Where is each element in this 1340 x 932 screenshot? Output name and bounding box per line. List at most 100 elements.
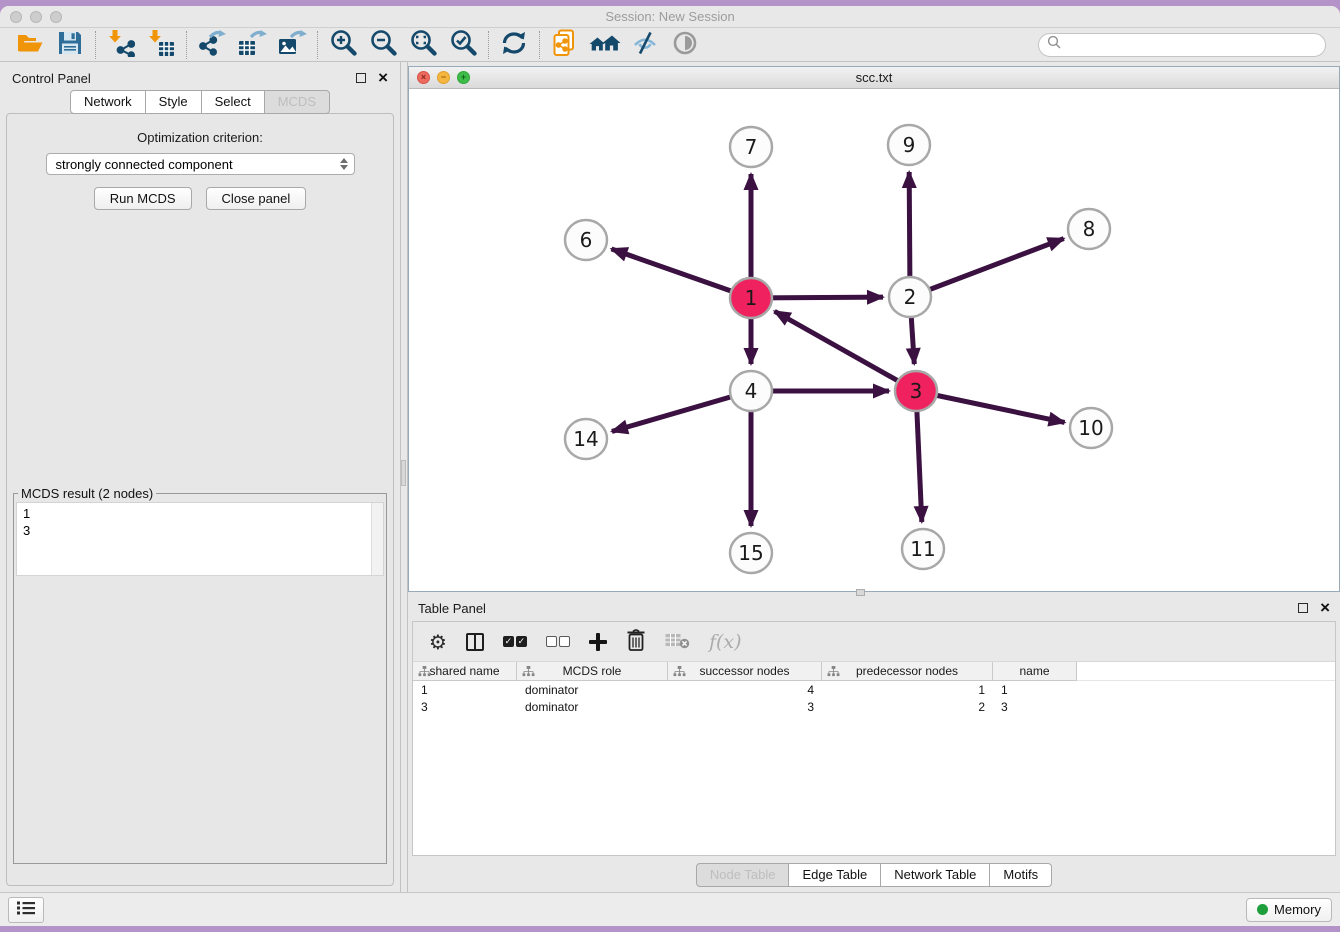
graph-node-label-8: 8: [1083, 217, 1096, 241]
shared-column-icon: [673, 666, 686, 680]
criterion-dropdown[interactable]: strongly connected component: [46, 153, 355, 175]
tab-style[interactable]: Style: [146, 90, 202, 114]
table-cell[interactable]: 3: [413, 698, 517, 715]
table-panel: Table Panel × ⚙ ✓✓: [408, 595, 1340, 892]
run-mcds-button[interactable]: Run MCDS: [94, 187, 192, 210]
network-overview-button[interactable]: [585, 29, 625, 61]
mcds-result-list[interactable]: 1 3: [16, 502, 384, 576]
import-network-button[interactable]: [101, 29, 141, 61]
table-options-button[interactable]: ⚙: [429, 632, 447, 652]
horizontal-splitter[interactable]: [408, 592, 1340, 595]
export-table-button[interactable]: [232, 29, 272, 61]
node-table: shared nameMCDS rolesuccessor nodesprede…: [413, 662, 1335, 855]
column-header-MCDS-role[interactable]: MCDS role: [517, 662, 668, 681]
zoom-in-button[interactable]: [323, 29, 363, 61]
save-session-button[interactable]: [50, 29, 90, 61]
graph-node-label-4: 4: [745, 379, 758, 403]
control-panel-title: Control Panel: [12, 71, 91, 86]
graph-node-label-14: 14: [573, 427, 598, 451]
show-hide-button[interactable]: [665, 29, 705, 61]
import-table-button[interactable]: [141, 29, 181, 61]
add-column-button[interactable]: [589, 633, 607, 651]
fx-icon: f(x): [709, 631, 742, 653]
table-cell[interactable]: 3: [668, 698, 822, 715]
status-bar: Memory: [0, 892, 1340, 926]
mcds-result-group: MCDS result (2 nodes) 1 3: [13, 486, 387, 864]
table-tab-motifs[interactable]: Motifs: [990, 863, 1052, 887]
graph-node-label-9: 9: [903, 133, 916, 157]
tab-network[interactable]: Network: [70, 90, 146, 114]
shared-column-icon: [418, 666, 431, 680]
toolbar-separator: [186, 31, 187, 59]
shared-column-icon: [827, 666, 840, 680]
result-scrollbar[interactable]: [371, 503, 383, 575]
network-window-titlebar[interactable]: × − + scc.txt: [409, 67, 1339, 89]
duplicate-network-button[interactable]: [545, 29, 585, 61]
close-panel-icon[interactable]: ×: [378, 73, 388, 83]
search-field[interactable]: [1038, 33, 1326, 57]
table-tab-network-table[interactable]: Network Table: [881, 863, 990, 887]
column-header-shared-name[interactable]: shared name: [413, 662, 517, 681]
table-cell[interactable]: dominator: [517, 681, 668, 698]
zoom-fit-icon: [408, 28, 438, 61]
apply-layout-button[interactable]: [494, 29, 534, 61]
table-tab-node-table[interactable]: Node Table: [696, 863, 790, 887]
column-header-filler: [1077, 662, 1335, 681]
deselect-all-button[interactable]: [546, 636, 570, 647]
open-folder-icon: [16, 30, 44, 59]
table-cell[interactable]: 4: [668, 681, 822, 698]
network-graph[interactable]: 7968124314101511: [409, 89, 1339, 591]
column-header-successor-nodes[interactable]: successor nodes: [668, 662, 822, 681]
vertical-splitter[interactable]: [400, 62, 408, 892]
table-panel-title: Table Panel: [418, 601, 486, 616]
export-table-icon: [237, 29, 267, 60]
table-cell[interactable]: 1: [413, 681, 517, 698]
column-header-predecessor-nodes[interactable]: predecessor nodes: [822, 662, 993, 681]
table-cell[interactable]: 1: [993, 681, 1077, 698]
table-cell[interactable]: 1: [822, 681, 993, 698]
title-bar: Session: New Session: [0, 6, 1340, 28]
graph-node-label-10: 10: [1078, 416, 1103, 440]
close-table-panel-icon[interactable]: ×: [1320, 603, 1330, 613]
main-toolbar: [0, 28, 1340, 62]
task-history-button[interactable]: [8, 897, 44, 923]
splitter-handle[interactable]: [401, 460, 406, 486]
control-panel: Control Panel × NetworkStyleSelectMCDS O…: [0, 62, 400, 892]
edge-3-10[interactable]: [916, 391, 1065, 422]
show-columns-button[interactable]: [466, 633, 484, 651]
edge-3-1[interactable]: [775, 311, 916, 391]
zoom-out-button[interactable]: [363, 29, 403, 61]
tab-mcds[interactable]: MCDS: [265, 90, 330, 114]
table-row-1[interactable]: 1dominator411: [413, 681, 1335, 698]
function-builder-button: f(x): [709, 631, 742, 653]
table-cell[interactable]: 2: [822, 698, 993, 715]
dropdown-stepper-icon: [340, 158, 348, 170]
tab-select[interactable]: Select: [202, 90, 265, 114]
network-canvas[interactable]: 7968124314101511: [409, 89, 1339, 591]
memory-button[interactable]: Memory: [1246, 898, 1332, 922]
shared-column-icon: [522, 666, 535, 680]
close-panel-button[interactable]: Close panel: [206, 187, 307, 210]
zoom-fit-button[interactable]: [403, 29, 443, 61]
toolbar-separator: [95, 31, 96, 59]
open-session-button[interactable]: [10, 29, 50, 61]
select-all-button[interactable]: ✓✓: [503, 636, 527, 647]
table-row-2[interactable]: 3dominator323: [413, 698, 1335, 715]
network-window: × − + scc.txt 7968124314101511: [408, 66, 1340, 592]
delete-column-button[interactable]: [626, 628, 646, 655]
export-image-button[interactable]: [272, 29, 312, 61]
horizontal-splitter-handle[interactable]: [856, 589, 865, 596]
zoom-selected-button[interactable]: [443, 29, 483, 61]
float-panel-icon[interactable]: [356, 73, 366, 83]
criterion-value: strongly connected component: [56, 157, 233, 172]
table-tab-edge-table[interactable]: Edge Table: [789, 863, 881, 887]
export-network-button[interactable]: [192, 29, 232, 61]
edge-2-8[interactable]: [910, 239, 1064, 297]
column-header-name[interactable]: name: [993, 662, 1077, 681]
search-input[interactable]: [1066, 37, 1317, 52]
float-table-panel-icon[interactable]: [1298, 603, 1308, 613]
trash-icon: [626, 628, 646, 655]
graphics-details-button[interactable]: [625, 29, 665, 61]
table-cell[interactable]: 3: [993, 698, 1077, 715]
table-cell[interactable]: dominator: [517, 698, 668, 715]
